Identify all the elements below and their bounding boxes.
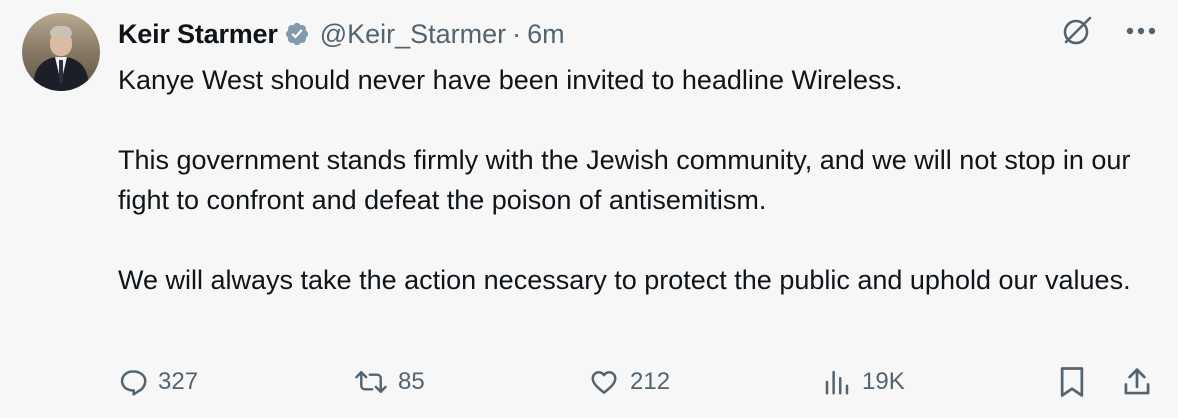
tweet-time[interactable]: 6m xyxy=(527,19,565,50)
bookmark-icon xyxy=(1060,367,1084,397)
repost-button[interactable]: 85 xyxy=(354,362,425,402)
action-bar: 327 85 212 19K xyxy=(118,362,1158,402)
heart-icon xyxy=(591,371,617,394)
top-icons xyxy=(1060,14,1156,48)
repost-icon xyxy=(355,371,387,393)
tweet-header: Keir Starmer @Keir_Starmer · 6m xyxy=(118,14,565,54)
tweet-paragraph: Kanye West should never have been invite… xyxy=(118,65,903,95)
like-count: 212 xyxy=(630,368,671,395)
grok-icon[interactable] xyxy=(1060,14,1094,48)
author-handle[interactable]: @Keir_Starmer xyxy=(320,19,506,50)
like-button[interactable]: 212 xyxy=(588,362,670,402)
share-icon xyxy=(1124,368,1150,395)
share-button[interactable] xyxy=(1122,362,1152,402)
author-name[interactable]: Keir Starmer xyxy=(118,19,278,50)
tweet-paragraph: We will always take the action necessary… xyxy=(118,265,1131,295)
views-count: 19K xyxy=(862,368,905,395)
tweet-paragraph: This government stands firmly with the J… xyxy=(118,145,1131,215)
repost-count: 85 xyxy=(398,368,425,395)
tweet-text: Kanye West should never have been invite… xyxy=(118,60,1158,300)
views-button[interactable]: 19K xyxy=(822,362,905,402)
bookmark-button[interactable] xyxy=(1058,362,1086,402)
verified-badge-icon xyxy=(285,22,308,46)
reply-icon xyxy=(120,370,147,396)
header-separator: · xyxy=(512,18,522,49)
reply-button[interactable]: 327 xyxy=(118,362,198,402)
views-icon xyxy=(825,370,849,395)
avatar[interactable] xyxy=(22,13,100,91)
avatar-tie xyxy=(59,60,63,82)
reply-count: 327 xyxy=(158,368,199,395)
avatar-hair xyxy=(50,26,72,36)
more-options-icon[interactable] xyxy=(1126,26,1156,36)
